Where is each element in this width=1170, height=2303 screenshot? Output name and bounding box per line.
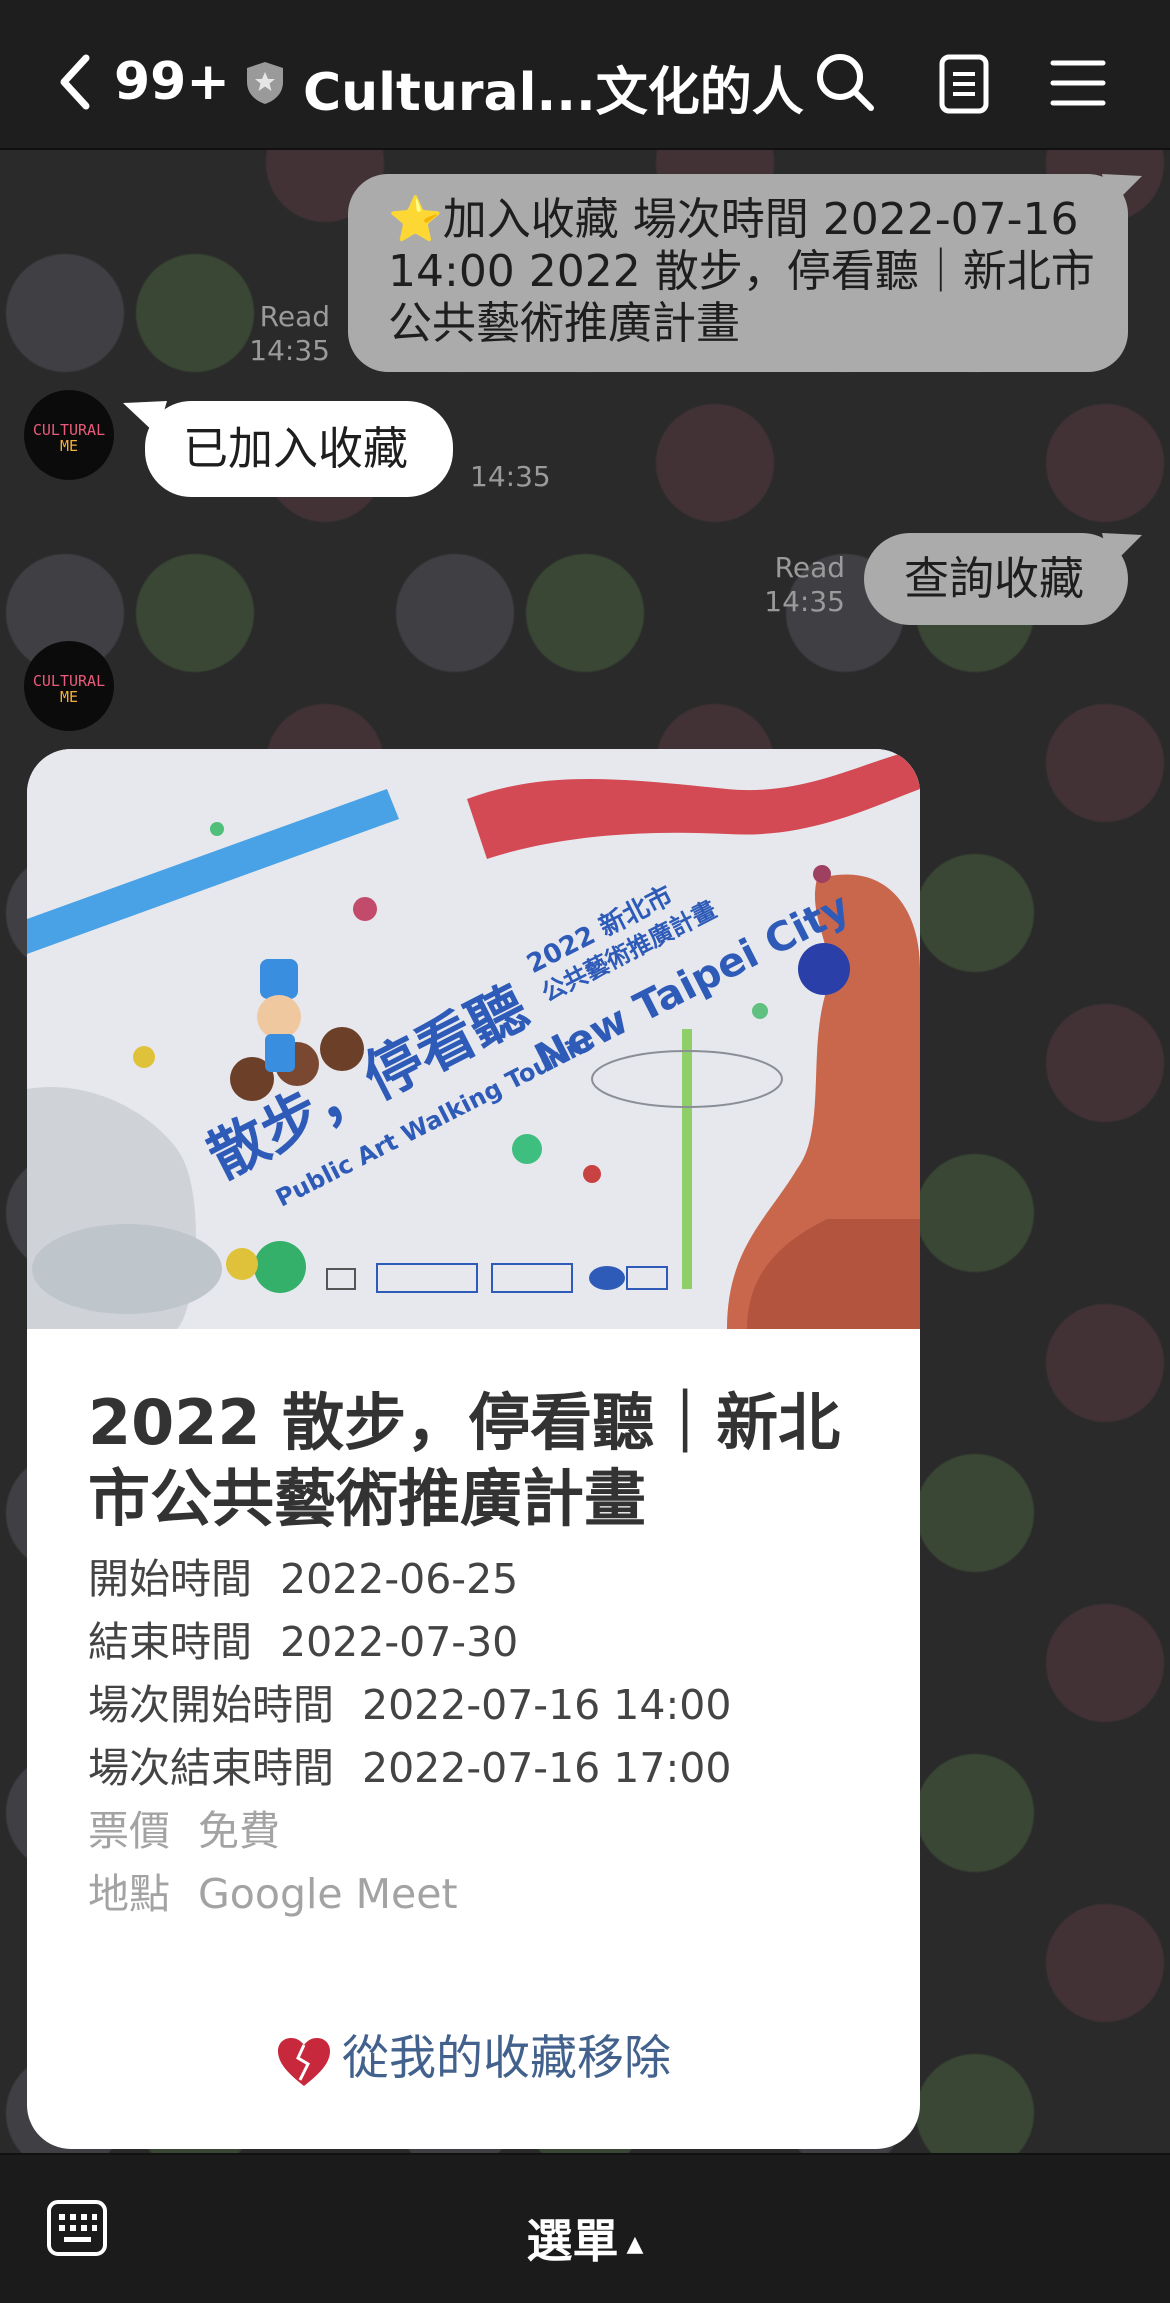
message-meta: Read 14:35 — [220, 300, 330, 368]
ticket-price-row: 票價 免費 — [88, 1806, 280, 1856]
search-icon[interactable] — [815, 52, 875, 112]
notes-icon[interactable] — [938, 54, 990, 114]
event-card: 散步，停看聽 Public Art Walking Tour in New Ta… — [27, 749, 920, 2149]
row-value: 2022-06-25 — [280, 1555, 519, 1603]
svg-text:ME: ME — [60, 688, 78, 706]
message-time: 14:35 — [764, 585, 845, 618]
unread-count[interactable]: 99+ — [114, 52, 230, 112]
message-text: 查詢收藏 — [904, 552, 1085, 605]
start-date-row: 開始時間 2022-06-25 — [88, 1554, 518, 1604]
bot-avatar[interactable]: CULTURAL ME — [24, 390, 114, 480]
bubble-tail — [123, 401, 167, 435]
message-text: ⭐加入收藏 場次時間 2022-07-16 14:00 2022 散步，停看聽｜… — [388, 194, 1095, 349]
end-date-row: 結束時間 2022-07-30 — [88, 1617, 518, 1667]
message-text: 已加入收藏 — [183, 422, 409, 475]
chat-header: 99+ Cultural...文化的人 — [0, 0, 1170, 150]
read-status: Read — [774, 551, 845, 584]
bubble-tail — [1102, 533, 1142, 567]
incoming-message-bubble[interactable]: 已加入收藏 — [123, 401, 453, 497]
remove-from-favorites-button[interactable]: 從我的收藏移除 — [27, 2017, 920, 2101]
verified-shield-icon — [247, 62, 283, 104]
row-label: 結束時間 — [88, 1618, 252, 1666]
message-meta: Read 14:35 — [740, 551, 845, 619]
outgoing-message-bubble[interactable]: 查詢收藏 — [864, 533, 1142, 625]
menu-toggle-button[interactable]: 選單 ▲ — [0, 2205, 1170, 2271]
session-end-row: 場次結束時間 2022-07-16 17:00 — [88, 1743, 731, 1793]
row-label: 地點 — [88, 1870, 170, 1918]
bubble-tail — [1102, 174, 1142, 208]
broken-heart-icon — [278, 2037, 330, 2086]
row-value: 2022-07-30 — [280, 1618, 519, 1666]
row-value: 2022-07-16 14:00 — [362, 1681, 732, 1729]
location-row: 地點 Google Meet — [88, 1869, 458, 1919]
row-value: 免費 — [198, 1807, 280, 1855]
bot-avatar[interactable]: CULTURAL ME — [24, 641, 114, 731]
svg-text:ME: ME — [60, 437, 78, 455]
chat-title[interactable]: Cultural...文化的人 — [303, 50, 804, 125]
event-title: 2022 散步，停看聽｜新北市公共藝術推廣計畫 — [88, 1386, 841, 1535]
session-start-row: 場次開始時間 2022-07-16 14:00 — [88, 1680, 731, 1730]
hamburger-menu-icon[interactable] — [1050, 58, 1106, 108]
row-value: 2022-07-16 17:00 — [362, 1744, 732, 1792]
bottom-menu-bar: 選單 ▲ — [0, 2153, 1170, 2303]
row-value: Google Meet — [198, 1870, 458, 1918]
row-label: 票價 — [88, 1807, 170, 1855]
menu-label: 選單 — [526, 2214, 619, 2268]
row-label: 開始時間 — [88, 1555, 252, 1603]
read-status: Read — [259, 300, 330, 333]
row-label: 場次結束時間 — [88, 1744, 334, 1792]
message-time: 14:35 — [470, 460, 551, 493]
back-chevron-icon[interactable] — [58, 54, 92, 110]
event-poster-image[interactable]: 散步，停看聽 Public Art Walking Tour in New Ta… — [27, 749, 920, 1329]
message-time: 14:35 — [249, 334, 330, 367]
row-label: 場次開始時間 — [88, 1681, 334, 1729]
outgoing-message-bubble[interactable]: ⭐加入收藏 場次時間 2022-07-16 14:00 2022 散步，停看聽｜… — [348, 174, 1142, 372]
caret-up-icon: ▲ — [626, 2232, 644, 2257]
remove-label: 從我的收藏移除 — [342, 2031, 671, 2086]
